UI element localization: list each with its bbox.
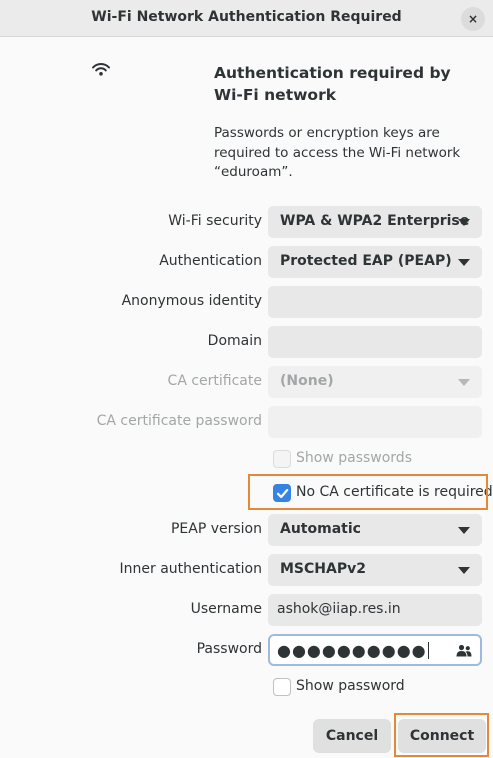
text-caret	[427, 642, 429, 659]
chevron-down-icon	[458, 527, 470, 534]
no-ca-required-checkbox[interactable]	[273, 484, 291, 502]
username-value: ashok@iiap.res.in	[277, 601, 401, 617]
inner-authentication-label: Inner authentication	[119, 561, 262, 577]
connect-button[interactable]: Connect	[398, 719, 486, 753]
checkmark-icon	[276, 488, 289, 499]
peap-version-value: Automatic	[280, 521, 361, 537]
chevron-down-icon	[458, 567, 470, 574]
authentication-dropdown[interactable]: Protected EAP (PEAP)	[268, 246, 482, 278]
ca-certificate-password-input	[268, 406, 482, 438]
ca-certificate-password-label: CA certificate password	[96, 413, 262, 429]
close-button[interactable]: ×	[461, 7, 485, 31]
username-input[interactable]: ashok@iiap.res.in	[268, 594, 482, 626]
anonymous-identity-label: Anonymous identity	[121, 293, 262, 309]
dialog-description: Passwords or encryption keys are require…	[214, 125, 461, 180]
wifi-security-label: Wi-Fi security	[168, 213, 262, 229]
cancel-button[interactable]: Cancel	[313, 719, 391, 753]
chevron-down-icon	[458, 259, 470, 266]
username-label: Username	[190, 601, 262, 617]
dialog-heading: Authentication required by Wi-Fi network	[214, 64, 451, 104]
authentication-value: Protected EAP (PEAP)	[280, 253, 452, 269]
authentication-label: Authentication	[159, 253, 262, 269]
password-value: ●●●●●●●●●●	[277, 641, 427, 660]
wifi-security-dropdown[interactable]: WPA & WPA2 Enterprise	[268, 206, 482, 238]
password-input[interactable]: ●●●●●●●●●●	[268, 634, 482, 666]
peap-version-label: PEAP version	[170, 521, 262, 537]
wifi-security-value: WPA & WPA2 Enterprise	[280, 213, 470, 229]
show-password-checkbox[interactable]	[273, 678, 291, 696]
domain-label: Domain	[207, 333, 262, 349]
password-label: Password	[196, 641, 262, 657]
ca-certificate-label: CA certificate	[167, 373, 262, 389]
inner-authentication-value: MSCHAPv2	[280, 561, 366, 577]
title-bar: Wi-Fi Network Authentication Required ×	[0, 0, 493, 37]
peap-version-dropdown[interactable]: Automatic	[268, 514, 482, 546]
domain-input[interactable]	[268, 326, 482, 358]
close-icon: ×	[467, 12, 479, 26]
show-passwords-checkbox	[273, 450, 291, 468]
chevron-down-icon	[458, 379, 470, 386]
chevron-down-icon	[458, 219, 470, 226]
wifi-icon	[92, 63, 110, 76]
password-storage-icon[interactable]	[456, 644, 472, 657]
no-ca-required-label[interactable]: No CA certificate is required	[296, 484, 493, 500]
ca-certificate-dropdown: (None)	[268, 366, 482, 398]
window-title: Wi-Fi Network Authentication Required	[91, 9, 402, 25]
ca-certificate-value: (None)	[280, 373, 334, 389]
inner-authentication-dropdown[interactable]: MSCHAPv2	[268, 554, 482, 586]
show-passwords-label: Show passwords	[296, 450, 412, 466]
anonymous-identity-input[interactable]	[268, 286, 482, 318]
show-password-label[interactable]: Show password	[296, 678, 405, 694]
